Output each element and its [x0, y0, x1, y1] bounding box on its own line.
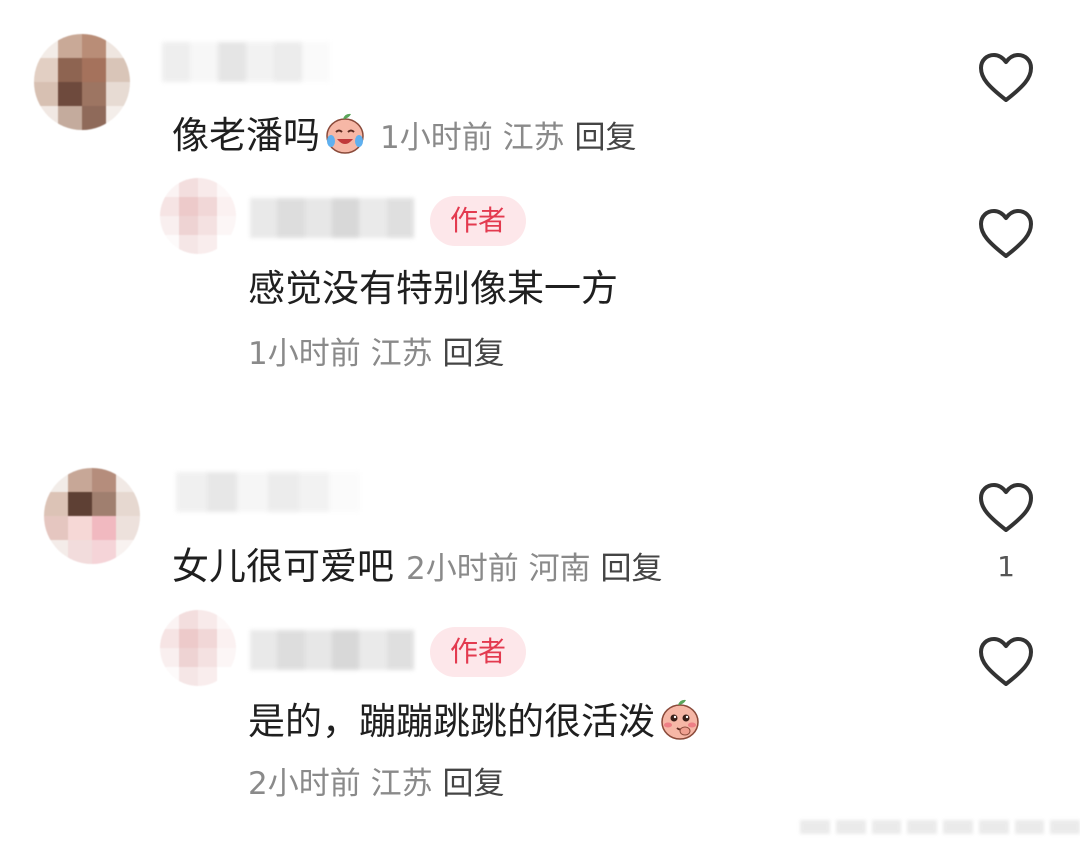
username-blurred[interactable] [162, 42, 330, 82]
reply-location: 江苏 [370, 336, 433, 372]
reply-text: 感觉没有特别像某一方 [248, 267, 618, 310]
comment-time: 2小时前 [406, 551, 519, 587]
like-count: 1 [997, 550, 1015, 583]
comment-text-line: 女儿很可爱吧 2小时前 河南 回复 [172, 544, 662, 592]
reply-button[interactable]: 回复 [442, 336, 504, 372]
shy-peach-emoji [661, 699, 699, 740]
reply-text-line: 是的，蹦蹦跳跳的很活泼 [248, 696, 703, 745]
comment-text-line: 像老潘吗 1小时前 江苏 回复 [172, 110, 636, 161]
reply-time: 1小时前 [248, 336, 361, 372]
comment-location: 江苏 [502, 120, 565, 156]
author-avatar[interactable] [160, 610, 236, 686]
reply-meta: 2小时前 江苏 回复 [248, 764, 504, 804]
crying-laughing-peach-emoji [326, 113, 364, 154]
author-name-blurred[interactable] [250, 198, 414, 238]
comment-time: 1小时前 [380, 120, 493, 156]
heart-like-icon[interactable] [978, 52, 1034, 104]
heart-like-icon[interactable] [978, 636, 1034, 688]
heart-like-icon[interactable] [978, 482, 1034, 534]
reply-text: 是的，蹦蹦跳跳的很活泼 [248, 700, 655, 743]
avatar[interactable] [34, 34, 130, 130]
heart-like-icon[interactable] [978, 208, 1034, 260]
author-badge: 作者 [430, 627, 526, 677]
author-avatar[interactable] [160, 178, 236, 254]
username-blurred[interactable] [176, 472, 361, 512]
comment-text: 女儿很可爱吧 [172, 545, 394, 588]
author-badge: 作者 [430, 196, 526, 246]
reply-button[interactable]: 回复 [600, 551, 662, 587]
blurred-bottom-edge [800, 820, 1080, 834]
avatar[interactable] [44, 468, 140, 564]
reply-button[interactable]: 回复 [442, 766, 504, 802]
comment-location: 河南 [528, 551, 591, 587]
comment-text: 像老潘吗 [172, 114, 320, 157]
reply-time: 2小时前 [248, 766, 361, 802]
author-name-blurred[interactable] [250, 630, 414, 670]
reply-location: 江苏 [370, 766, 433, 802]
reply-button[interactable]: 回复 [574, 120, 636, 156]
reply-meta: 1小时前 江苏 回复 [248, 334, 504, 374]
